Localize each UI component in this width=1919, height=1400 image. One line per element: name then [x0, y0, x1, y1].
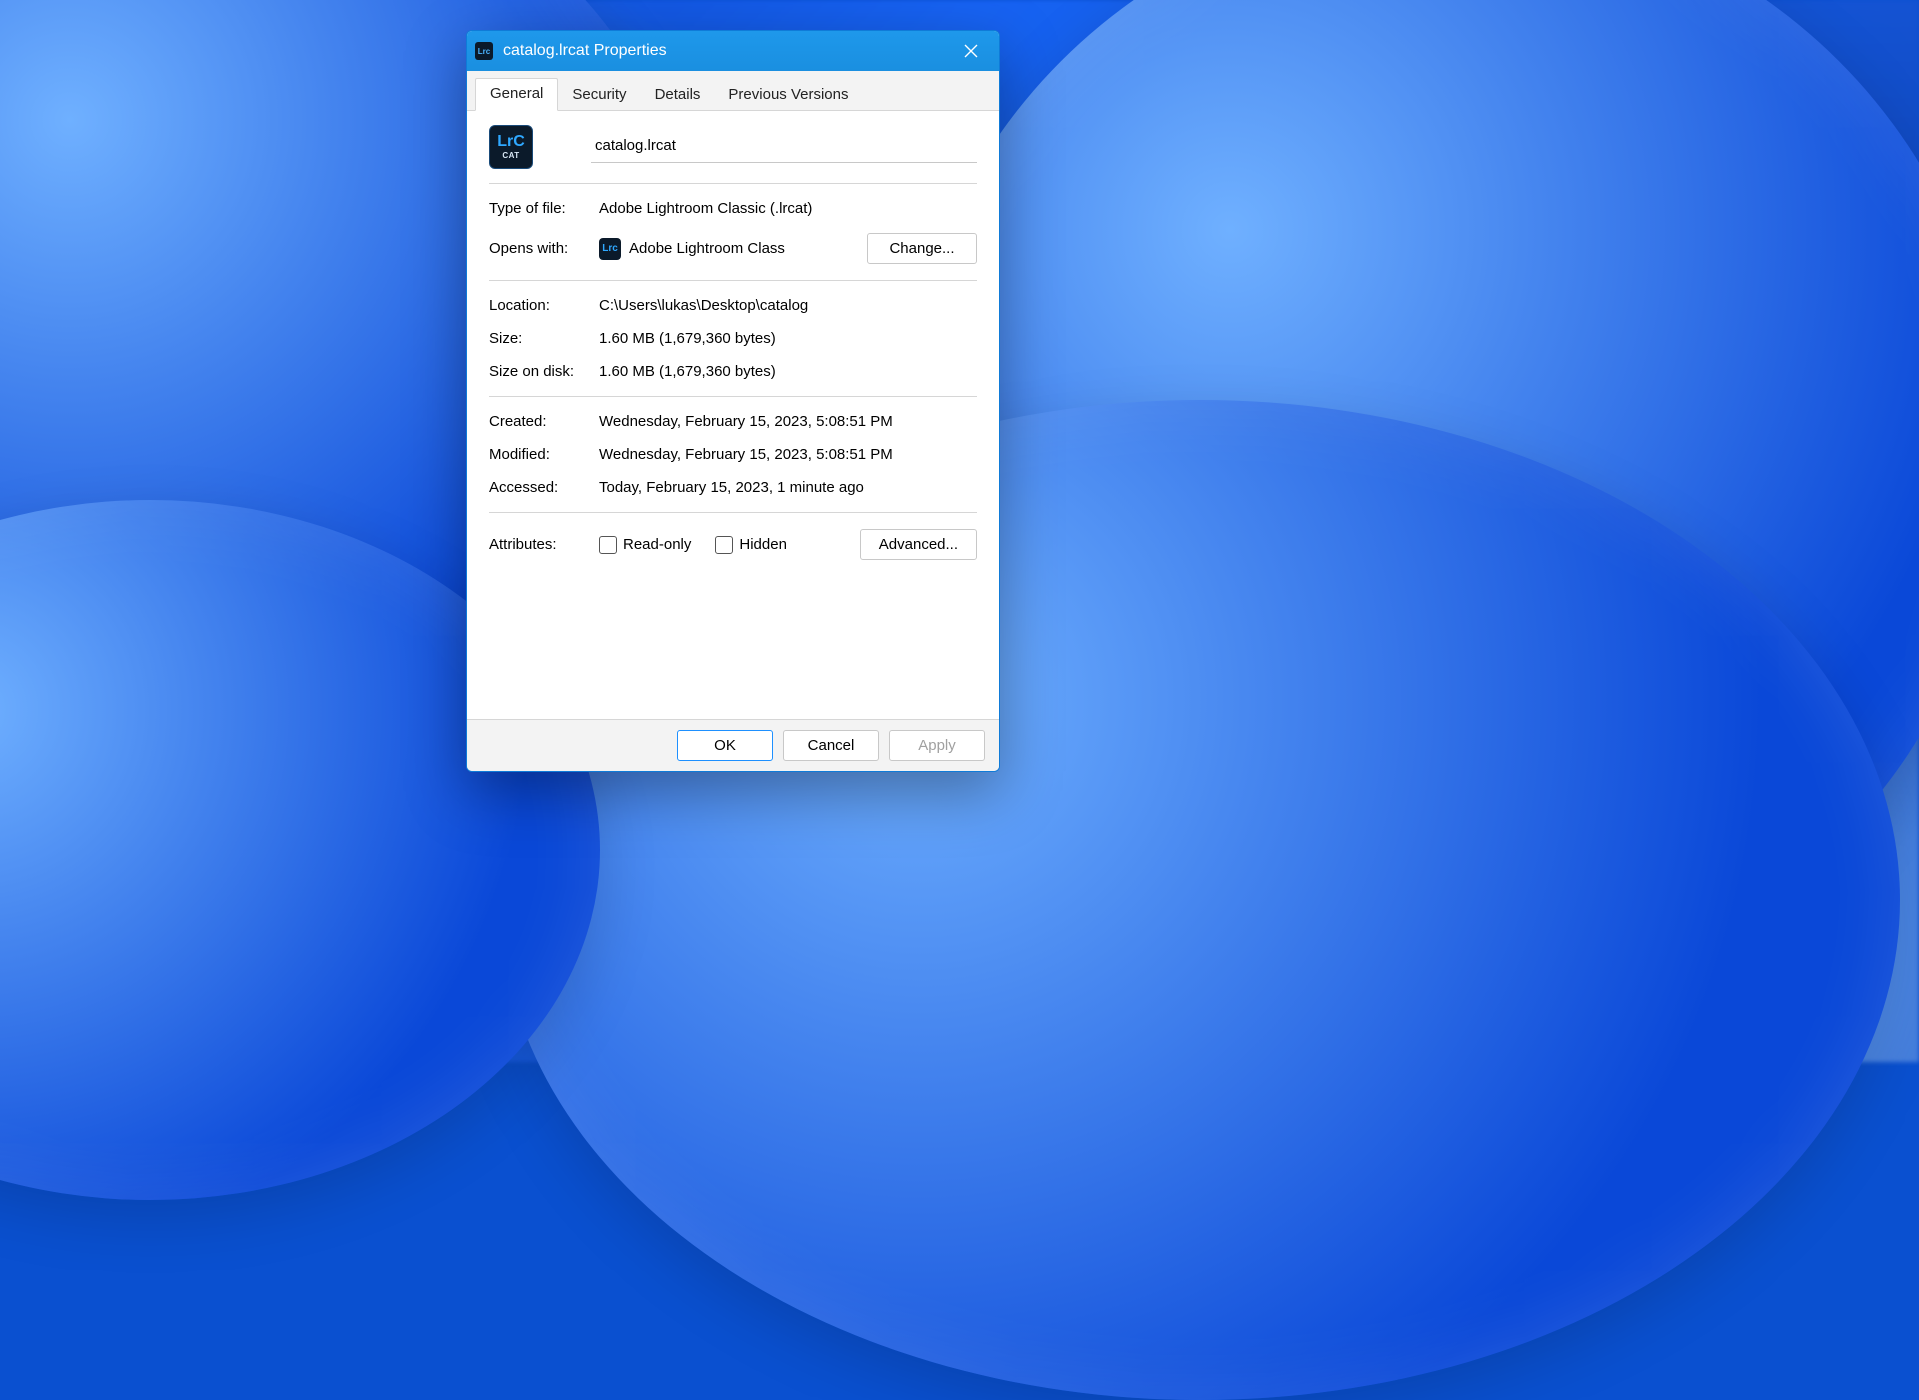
- dialog-body: LrC CAT Type of file: Adobe Lightroom Cl…: [467, 111, 999, 719]
- label-opens-with: Opens with:: [489, 240, 599, 257]
- close-icon: [964, 44, 978, 58]
- filename-input[interactable]: [591, 131, 977, 163]
- value-accessed: Today, February 15, 2023, 1 minute ago: [599, 479, 977, 496]
- label-type: Type of file:: [489, 200, 599, 217]
- tab-general[interactable]: General: [475, 78, 558, 111]
- file-icon: LrC CAT: [489, 125, 533, 169]
- hidden-label: Hidden: [739, 536, 787, 553]
- value-size: 1.60 MB (1,679,360 bytes): [599, 330, 977, 347]
- label-accessed: Accessed:: [489, 479, 599, 496]
- label-attributes: Attributes:: [489, 536, 599, 553]
- close-button[interactable]: [949, 36, 993, 66]
- value-type: Adobe Lightroom Classic (.lrcat): [599, 200, 977, 217]
- window-title: catalog.lrcat Properties: [503, 42, 667, 60]
- value-location: C:\Users\lukas\Desktop\catalog: [599, 297, 977, 314]
- titlebar[interactable]: Lrc catalog.lrcat Properties: [467, 31, 999, 71]
- tab-details[interactable]: Details: [641, 80, 715, 111]
- tab-security[interactable]: Security: [558, 80, 640, 111]
- file-icon-subtext: CAT: [502, 152, 519, 160]
- label-location: Location:: [489, 297, 599, 314]
- readonly-checkbox[interactable]: [599, 536, 617, 554]
- value-opens-with: Adobe Lightroom Class: [629, 240, 859, 257]
- tab-previous-versions[interactable]: Previous Versions: [714, 80, 862, 111]
- value-created: Wednesday, February 15, 2023, 5:08:51 PM: [599, 413, 977, 430]
- advanced-button[interactable]: Advanced...: [860, 529, 977, 560]
- label-size-on-disk: Size on disk:: [489, 363, 599, 380]
- label-created: Created:: [489, 413, 599, 430]
- label-modified: Modified:: [489, 446, 599, 463]
- value-modified: Wednesday, February 15, 2023, 5:08:51 PM: [599, 446, 977, 463]
- cancel-button[interactable]: Cancel: [783, 730, 879, 761]
- readonly-label: Read-only: [623, 536, 691, 553]
- dialog-footer: OK Cancel Apply: [467, 719, 999, 771]
- properties-window: Lrc catalog.lrcat Properties General Sec…: [466, 30, 1000, 772]
- value-size-on-disk: 1.60 MB (1,679,360 bytes): [599, 363, 977, 380]
- file-icon-text: LrC: [497, 134, 525, 150]
- hidden-checkbox[interactable]: [715, 536, 733, 554]
- ok-button[interactable]: OK: [677, 730, 773, 761]
- change-button[interactable]: Change...: [867, 233, 977, 264]
- opens-with-icon: Lrc: [599, 238, 621, 260]
- file-type-icon: Lrc: [475, 42, 493, 60]
- tabstrip: General Security Details Previous Versio…: [467, 71, 999, 111]
- label-size: Size:: [489, 330, 599, 347]
- apply-button[interactable]: Apply: [889, 730, 985, 761]
